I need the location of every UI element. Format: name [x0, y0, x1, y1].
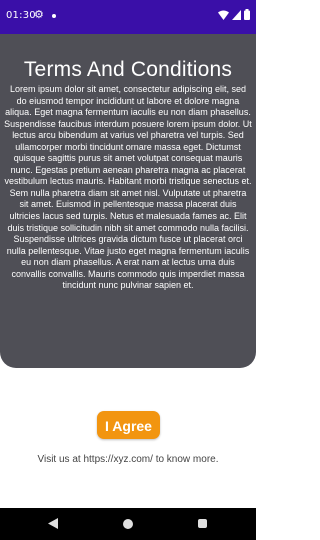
terms-title: Terms And Conditions — [23, 58, 233, 81]
status-time: 01:30 — [6, 10, 36, 21]
recents-icon[interactable] — [198, 519, 207, 528]
signal-icon — [232, 9, 241, 20]
status-bar: 01:30 ⚙ — [0, 0, 256, 34]
back-icon[interactable] — [48, 518, 58, 529]
settings-gear-icon: ⚙ — [34, 8, 44, 21]
terms-card: Terms And Conditions Lorem ipsum dolor s… — [0, 34, 256, 368]
home-icon[interactable] — [123, 519, 133, 529]
agree-button[interactable]: I Agree — [97, 411, 160, 439]
notification-dot-icon — [52, 14, 56, 18]
status-indicators — [218, 9, 250, 20]
wifi-icon — [218, 10, 229, 20]
visit-website-text: Visit us at https://xyz.com/ to know mor… — [37, 454, 219, 465]
battery-icon — [244, 9, 250, 20]
navigation-bar — [0, 508, 256, 540]
terms-body-text: Lorem ipsum dolor sit amet, consectetur … — [4, 84, 252, 291]
